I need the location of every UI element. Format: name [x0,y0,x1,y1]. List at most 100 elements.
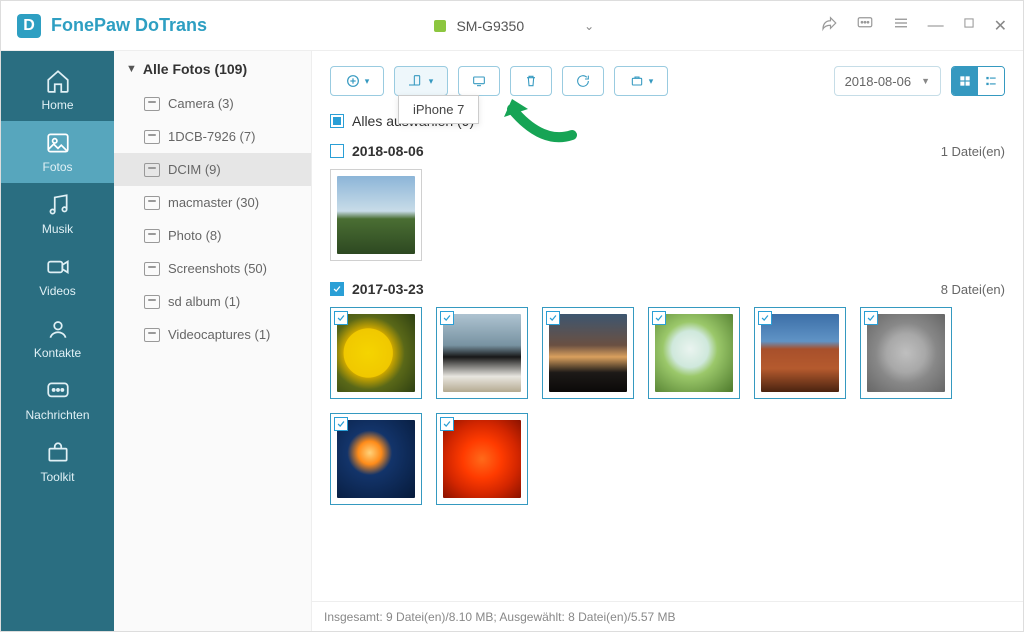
chevron-down-icon: ▾ [429,76,434,87]
folder-camera[interactable]: Camera (3) [114,87,311,120]
chevron-down-icon: ▼ [921,76,930,86]
folder-label: Screenshots (50) [168,261,267,276]
thumb-checkbox[interactable] [440,417,454,431]
folder-icon [144,328,160,342]
folder-label: Photo (8) [168,228,221,243]
status-text: Insgesamt: 9 Datei(en)/8.10 MB; Ausgewäh… [324,610,676,624]
content-area: Alles auswählen (9) 2018-08-06 1 Datei(e… [312,111,1023,601]
folder-dcim[interactable]: DCIM (9) [114,153,311,186]
folder-label: sd album (1) [168,294,240,309]
tree-header[interactable]: ▼ Alle Fotos (109) [114,51,311,87]
title-bar: D FonePaw DoTrans SM-G9350 ⌄ — ✕ [1,1,1023,51]
nav-label: Musik [42,222,73,236]
select-all-checkbox[interactable] [330,114,344,128]
list-view-button[interactable] [978,67,1004,95]
photo-thumb[interactable] [436,307,528,399]
close-button[interactable]: ✕ [994,16,1007,36]
photo-image [337,314,415,392]
app-title: FonePaw DoTrans [51,15,207,36]
nav-label: Nachrichten [25,408,89,422]
nav-photos[interactable]: Fotos [1,121,114,183]
thumb-checkbox[interactable] [334,311,348,325]
group-count: 8 Datei(en) [941,282,1005,297]
folder-icon [144,196,160,210]
photo-image [867,314,945,392]
photo-thumb[interactable] [860,307,952,399]
folder-icon [144,229,160,243]
folder-label: Camera (3) [168,96,234,111]
nav-label: Videos [39,284,75,298]
photo-group: 2017-03-23 8 Datei(en) [330,277,1005,505]
body: Home Fotos Musik Videos Kontakte Nachric… [1,51,1023,631]
photo-thumb[interactable] [330,307,422,399]
nav-messages[interactable]: Nachrichten [1,369,114,431]
minimize-button[interactable]: — [928,17,944,35]
device-selector[interactable]: SM-G9350 ⌄ [432,18,594,34]
photo-image [443,420,521,498]
folder-photo[interactable]: Photo (8) [114,219,311,252]
more-button[interactable]: ▾ [614,66,668,96]
maximize-button[interactable] [962,16,976,35]
folder-icon [144,163,160,177]
export-to-pc-button[interactable] [458,66,500,96]
android-icon [432,18,448,34]
photo-icon [45,130,71,156]
toolkit-icon [45,440,71,466]
annotation-arrow-icon [502,95,582,155]
thumb-checkbox[interactable] [546,311,560,325]
group-checkbox[interactable] [330,144,344,158]
photo-group: 2018-08-06 1 Datei(en) [330,139,1005,261]
delete-button[interactable] [510,66,552,96]
message-icon[interactable] [856,14,874,37]
folder-sd-album[interactable]: sd album (1) [114,285,311,318]
folder-1dcb[interactable]: 1DCB-7926 (7) [114,120,311,153]
thumbnails [330,163,1005,261]
group-checkbox[interactable] [330,282,344,296]
nav-contacts[interactable]: Kontakte [1,307,114,369]
thumb-checkbox[interactable] [864,311,878,325]
nav-home[interactable]: Home [1,59,114,121]
add-button[interactable]: ▾ [330,66,384,96]
group-date: 2017-03-23 [352,281,424,297]
photo-image [337,420,415,498]
folder-videocaptures[interactable]: Videocaptures (1) [114,318,311,351]
toolbar: ▾ ▾ ▾ 2018-08-06 ▼ iPhone [312,51,1023,111]
photo-thumb[interactable] [754,307,846,399]
group-date: 2018-08-06 [352,143,424,159]
thumb-checkbox[interactable] [334,417,348,431]
export-to-device-button[interactable]: ▾ [394,66,448,96]
photo-thumb[interactable] [330,413,422,505]
nav-label: Toolkit [40,470,74,484]
contacts-icon [45,316,71,342]
nav-videos[interactable]: Videos [1,245,114,307]
export-target-dropdown[interactable]: iPhone 7 [398,95,479,124]
chevron-down-icon: ▾ [365,76,370,87]
caret-down-icon: ▼ [126,63,137,75]
photo-image [443,314,521,392]
dropdown-item-label: iPhone 7 [413,102,464,117]
date-filter[interactable]: 2018-08-06 ▼ [834,66,941,96]
chevron-down-icon: ▾ [649,76,654,87]
photo-thumb[interactable] [648,307,740,399]
photo-thumb[interactable] [330,169,422,261]
photo-thumb[interactable] [436,413,528,505]
group-count: 1 Datei(en) [941,144,1005,159]
feedback-icon[interactable] [820,14,838,37]
thumb-checkbox[interactable] [652,311,666,325]
thumb-checkbox[interactable] [758,311,772,325]
nav-label: Fotos [42,160,72,174]
app-window: D FonePaw DoTrans SM-G9350 ⌄ — ✕ Home Fo… [0,0,1024,632]
grid-view-button[interactable] [952,67,978,95]
group-header[interactable]: 2017-03-23 8 Datei(en) [330,277,1005,301]
photo-image [549,314,627,392]
thumb-checkbox[interactable] [440,311,454,325]
nav-music[interactable]: Musik [1,183,114,245]
photo-thumb[interactable] [542,307,634,399]
folder-macmaster[interactable]: macmaster (30) [114,186,311,219]
folder-screenshots[interactable]: Screenshots (50) [114,252,311,285]
menu-icon[interactable] [892,14,910,37]
refresh-button[interactable] [562,66,604,96]
group-header[interactable]: 2018-08-06 1 Datei(en) [330,139,1005,163]
thumbnails [330,301,1005,505]
nav-toolkit[interactable]: Toolkit [1,431,114,493]
